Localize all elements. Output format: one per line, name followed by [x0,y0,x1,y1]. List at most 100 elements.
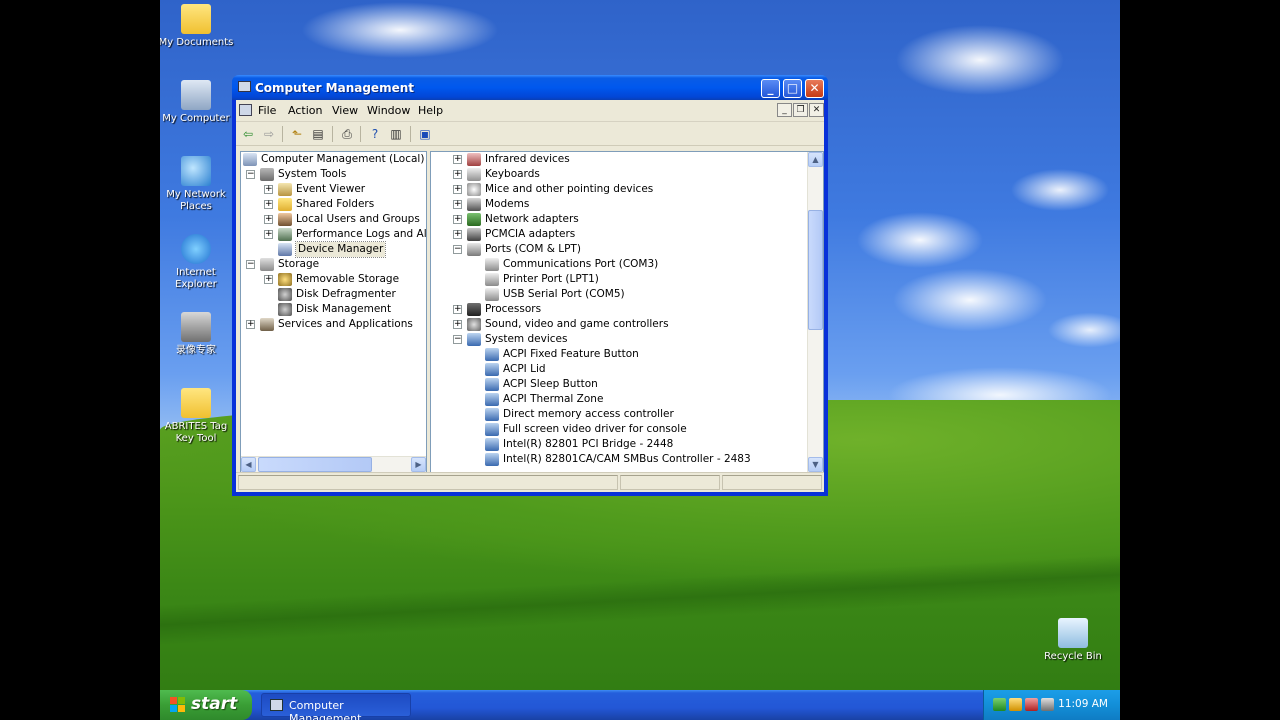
system-device-icon [485,408,499,421]
expand-icon[interactable]: + [246,320,255,329]
expand-icon[interactable]: + [453,305,462,314]
expand-icon[interactable]: + [264,215,273,224]
computer-management-window: Computer Management _ □ ✕ File Action Vi… [232,75,828,496]
help-icon[interactable]: ? [366,125,384,143]
pcmcia-icon [467,228,481,241]
mdi-icon[interactable] [239,104,252,116]
collapse-icon[interactable]: − [246,170,255,179]
close-button[interactable]: ✕ [805,79,824,98]
tree-horizontal-scrollbar[interactable]: ◀ ▶ [241,456,426,472]
desktop-icon-recorder[interactable]: 录像专家 [160,312,234,357]
device-list-vertical-scrollbar[interactable]: ▲ ▼ [807,152,823,472]
menu-window[interactable]: Window [367,104,410,117]
port-icon [485,258,499,271]
tray-app-icon[interactable] [1025,698,1038,711]
tree-label: Event Viewer [296,183,366,195]
mdi-minimize-button[interactable]: _ [777,103,792,117]
system-device-icon [485,453,499,466]
status-segment-main [238,475,618,490]
taskbar-button-computer-management[interactable]: Computer Management [261,693,411,720]
tray-network-icon[interactable] [993,698,1006,711]
device-label: ACPI Sleep Button [503,378,598,390]
mdi-close-button[interactable]: ✕ [809,103,824,117]
expand-icon[interactable]: + [453,170,462,179]
system-device-icon [485,393,499,406]
expand-icon[interactable]: + [453,155,462,164]
tray-volume-icon[interactable] [1041,698,1054,711]
system-device-icon [467,333,481,346]
users-icon [278,213,292,226]
system-device-icon [485,423,499,436]
device-label: ACPI Lid [503,363,546,375]
expand-icon[interactable]: + [264,200,273,209]
app-icon[interactable] [238,81,251,92]
expand-icon[interactable]: + [453,320,462,329]
menu-view[interactable]: View [332,104,358,117]
scroll-right-button[interactable]: ▶ [411,457,426,472]
scroll-thumb[interactable] [808,210,823,330]
menu-file[interactable]: File [258,104,276,117]
device-label: PCMCIA adapters [485,228,576,240]
menu-action[interactable]: Action [288,104,322,117]
collapse-icon[interactable]: − [246,260,255,269]
tree-label: Device Manager [294,241,387,258]
clock[interactable]: 11:09 AM [1058,698,1108,710]
desktop-icon-recycle-bin[interactable]: Recycle Bin [1035,618,1111,663]
expand-icon[interactable]: + [264,275,273,284]
camera-icon [181,312,211,342]
expand-icon[interactable]: + [453,185,462,194]
performance-icon [278,228,292,241]
scan-hardware-icon[interactable]: ▣ [416,125,434,143]
taskbar-button-label: Computer Management [289,699,362,720]
desktop-icon-my-computer[interactable]: My Computer [160,80,234,125]
print-icon[interactable]: ⎙ [338,125,356,143]
desktop-icon-my-network-places[interactable]: My Network Places [160,156,234,213]
keyboard-icon [467,168,481,181]
expand-icon[interactable]: + [264,230,273,239]
tree-label: Performance Logs and Alerts [296,228,427,240]
collapse-icon[interactable]: − [453,245,462,254]
desktop-icon-internet-explorer[interactable]: Internet Explorer [160,234,234,291]
device-label: Processors [485,303,542,315]
storage-icon [260,258,274,271]
status-segment [722,475,822,490]
desktop-icon-my-documents[interactable]: My Documents [160,4,234,49]
expand-icon[interactable]: + [453,200,462,209]
device-label: Infrared devices [485,153,570,165]
expand-icon[interactable]: + [453,215,462,224]
properties-icon[interactable]: ▥ [387,125,405,143]
folder-icon [181,4,211,34]
scroll-left-button[interactable]: ◀ [241,457,256,472]
tray-security-icon[interactable] [1009,698,1022,711]
window-client: File Action View Window Help _ ❐ ✕ ⇦ ⇨ ⬑… [236,100,824,492]
collapse-icon[interactable]: − [453,335,462,344]
up-folder-icon[interactable]: ⬑ [288,125,306,143]
scroll-thumb[interactable] [258,457,372,472]
forward-icon[interactable]: ⇨ [260,125,278,143]
start-button[interactable]: start [160,690,252,720]
computer-icon [181,80,211,110]
tools-icon [260,168,274,181]
device-label: ACPI Fixed Feature Button [503,348,639,360]
desktop-icon-label: My Network Places [166,189,226,212]
maximize-button[interactable]: □ [783,79,802,98]
scroll-up-button[interactable]: ▲ [808,152,823,167]
network-adapter-icon [467,213,481,226]
console-tree: Computer Management (Local) − System Too… [240,151,427,473]
minimize-button[interactable]: _ [761,79,780,98]
desktop-icon-label: My Computer [162,113,230,124]
scroll-down-button[interactable]: ▼ [808,457,823,472]
desktop-icon-abrites[interactable]: ABRITES Tag Key Tool [160,388,234,445]
back-icon[interactable]: ⇦ [239,125,257,143]
mdi-restore-button[interactable]: ❐ [793,103,808,117]
show-hide-tree-icon[interactable]: ▤ [309,125,327,143]
device-label: Communications Port (COM3) [503,258,659,270]
expand-icon[interactable]: + [453,230,462,239]
title-bar[interactable]: Computer Management _ □ ✕ [232,75,828,100]
expand-icon[interactable]: + [264,185,273,194]
network-icon [181,156,211,186]
device-label: Direct memory access controller [503,408,674,420]
menu-help[interactable]: Help [418,104,443,117]
device-label: Ports (COM & LPT) [485,243,581,255]
device-list: + Infrared devices + Keyboards + Mice an… [430,151,824,473]
